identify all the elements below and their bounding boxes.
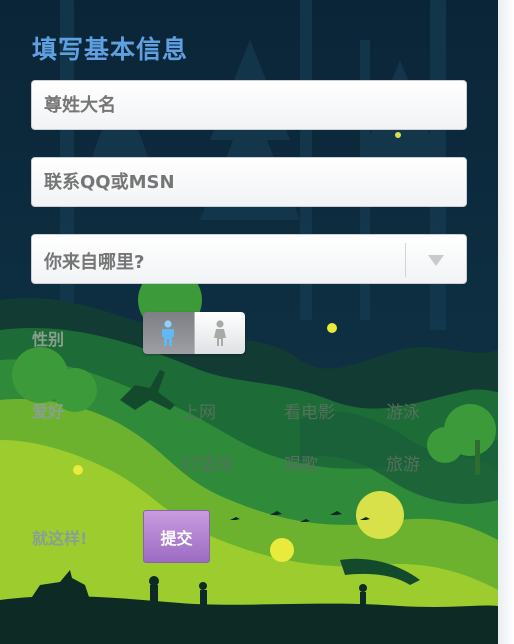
hobby-label: 爱好: [32, 402, 65, 421]
form-panel: 填写基本信息 你来自哪里? 性别 爱好 上网 看电影 游泳 打篮球 唱歌 旅游 …: [0, 0, 498, 644]
male-icon: [162, 320, 175, 346]
female-icon: [213, 320, 226, 346]
name-input[interactable]: [32, 81, 466, 129]
contact-field[interactable]: [31, 157, 467, 207]
hobby-option-travel[interactable]: 旅游: [386, 450, 420, 475]
gender-toggle: [143, 312, 245, 354]
page-margin: [498, 0, 514, 644]
hobby-option-swimming[interactable]: 游泳: [386, 398, 420, 423]
form-title: 填写基本信息: [32, 35, 189, 64]
origin-select-value: 你来自哪里?: [44, 252, 145, 273]
chevron-down-icon[interactable]: [428, 255, 444, 266]
name-field[interactable]: [31, 80, 467, 130]
origin-select[interactable]: 你来自哪里?: [31, 234, 467, 284]
contact-input[interactable]: [32, 158, 466, 206]
gender-male-button[interactable]: [143, 312, 194, 354]
submit-label: 就这样!: [32, 529, 88, 548]
hobby-option-basketball[interactable]: 打篮球: [182, 450, 233, 475]
hobby-option-surfing[interactable]: 上网: [182, 398, 216, 423]
gender-female-button[interactable]: [193, 312, 245, 354]
submit-button[interactable]: 提交: [143, 510, 210, 563]
hobby-option-movies[interactable]: 看电影: [284, 398, 335, 423]
select-divider: [405, 243, 406, 277]
gender-label: 性别: [32, 330, 65, 349]
hobby-option-singing[interactable]: 唱歌: [284, 450, 318, 475]
